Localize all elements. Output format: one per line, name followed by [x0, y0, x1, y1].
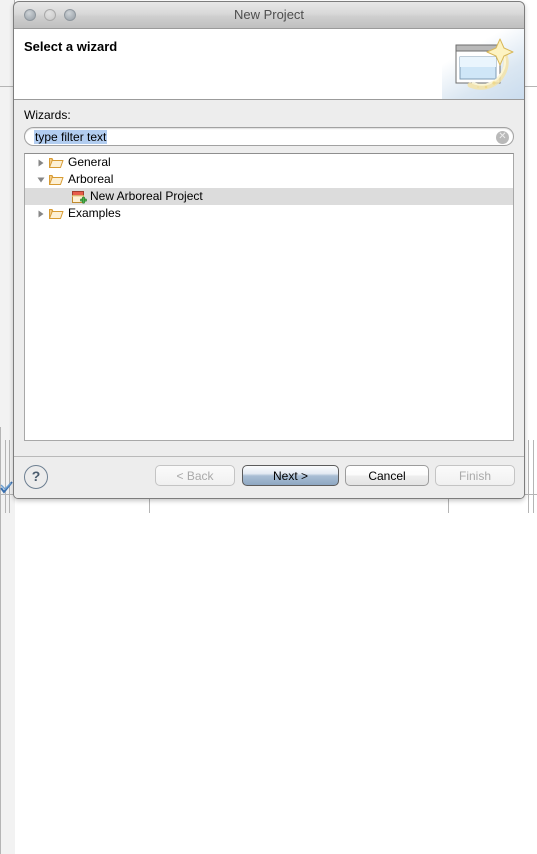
- dialog-header: Select a wizard: [14, 29, 524, 100]
- background-vline-a: [5, 440, 6, 513]
- background-checkmark-icon: [0, 481, 13, 494]
- wizard-tree[interactable]: General Arboreal New Arboreal Project Ex…: [24, 153, 514, 441]
- zoom-button[interactable]: [64, 9, 76, 21]
- background-vline-c: [528, 440, 529, 513]
- finish-button[interactable]: Finish: [435, 465, 515, 486]
- new-project-icon: [71, 188, 89, 205]
- next-button[interactable]: Next >: [242, 465, 339, 486]
- close-button[interactable]: [24, 9, 36, 21]
- filter-input-value[interactable]: type filter text: [34, 130, 108, 144]
- chevron-right-icon[interactable]: [25, 154, 49, 171]
- tree-item-general[interactable]: General: [25, 154, 513, 171]
- clear-icon[interactable]: ✕: [496, 131, 509, 144]
- new-project-dialog: New Project Select a wizard Wizards: typ…: [13, 1, 525, 499]
- tree-item-arboreal[interactable]: Arboreal: [25, 171, 513, 188]
- tree-item-label: New Arboreal Project: [90, 189, 203, 203]
- wizard-filter-input[interactable]: type filter text ✕: [24, 127, 514, 146]
- tree-item-label: Arboreal: [68, 172, 114, 186]
- back-button[interactable]: < Back: [155, 465, 235, 486]
- wizards-label: Wizards:: [24, 108, 71, 122]
- window-titlebar[interactable]: New Project: [14, 2, 524, 29]
- background-vline-b: [9, 440, 10, 513]
- background-vline-d: [533, 440, 534, 513]
- wizard-sparkle-icon: [442, 29, 524, 99]
- folder-icon: [49, 171, 67, 188]
- tree-item-label: General: [68, 155, 111, 169]
- tree-item-new-arboreal-project[interactable]: New Arboreal Project: [25, 188, 513, 205]
- cancel-button[interactable]: Cancel: [345, 465, 429, 486]
- help-button[interactable]: ?: [24, 465, 48, 489]
- chevron-right-icon[interactable]: [25, 205, 49, 222]
- window-title: New Project: [233, 7, 305, 22]
- folder-icon: [49, 205, 67, 222]
- folder-icon: [49, 154, 67, 171]
- tree-item-examples[interactable]: Examples: [25, 205, 513, 222]
- dialog-button-bar: ? < Back Next > Cancel Finish: [14, 456, 524, 498]
- chevron-down-icon[interactable]: [25, 171, 49, 188]
- minimize-button[interactable]: [44, 9, 56, 21]
- tree-item-label: Examples: [68, 206, 121, 220]
- screen: New Project Select a wizard Wizards: typ…: [0, 0, 537, 854]
- page-title: Select a wizard: [24, 39, 118, 54]
- dialog-body: Wizards: type filter text ✕ General Arbo…: [14, 100, 524, 456]
